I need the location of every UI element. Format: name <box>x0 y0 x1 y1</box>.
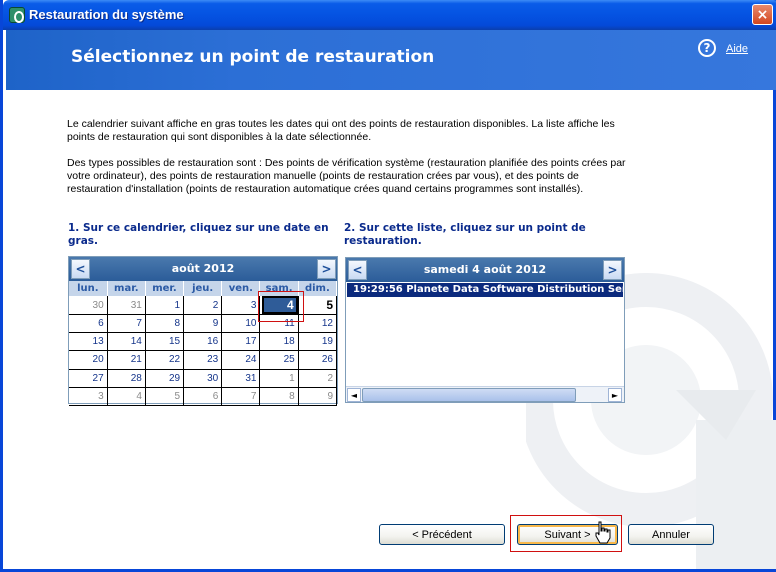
calendar-day[interactable]: 2 <box>298 369 338 388</box>
calendar-next-month-button[interactable]: > <box>317 259 336 279</box>
calendar-day[interactable]: 17 <box>221 332 261 352</box>
close-button[interactable]: × <box>752 4 773 25</box>
restore-point-list: < samedi 4 août 2012 > 19:29:56 Planete … <box>345 257 625 403</box>
calendar-day[interactable]: 29 <box>145 369 185 388</box>
page-header: Sélectionnez un point de restauration ? … <box>6 30 776 90</box>
page-title: Sélectionnez un point de restauration <box>71 47 435 67</box>
calendar-day[interactable]: 24 <box>221 350 261 370</box>
step1-label: 1. Sur ce calendrier, cliquez sur une da… <box>68 222 329 247</box>
list-horizontal-scrollbar[interactable]: ◄ ► <box>346 386 624 402</box>
calendar-day[interactable]: 28 <box>107 369 146 388</box>
calendar-day[interactable]: 3 <box>221 296 261 315</box>
calendar-day[interactable]: 1 <box>145 296 185 315</box>
title-bar[interactable]: Restauration du système × <box>3 0 776 30</box>
calendar-grid: lun. mar. mer. jeu. ven. sam. dim. 30 31… <box>69 281 338 406</box>
selected-day-label: 4 <box>261 296 298 314</box>
calendar-day[interactable]: 30 <box>69 296 108 315</box>
calendar-day[interactable]: 19 <box>298 332 338 352</box>
cancel-button[interactable]: Annuler <box>628 524 714 545</box>
restore-list-date: samedi 4 août 2012 <box>423 263 547 276</box>
weekday-header: mar. <box>107 281 146 296</box>
calendar-day[interactable]: 18 <box>259 332 299 352</box>
calendar-day-with-restore-point[interactable]: 5 <box>298 296 338 315</box>
scrollbar-thumb[interactable] <box>362 388 576 402</box>
calendar-prev-month-button[interactable]: < <box>71 259 90 279</box>
back-button-label: < Précédent <box>412 528 472 541</box>
calendar-day[interactable]: 7 <box>221 387 261 406</box>
weekday-header: jeu. <box>183 281 223 296</box>
calendar-day[interactable]: 21 <box>107 350 146 370</box>
calendar-day[interactable]: 31 <box>107 296 146 315</box>
calendar-day[interactable]: 23 <box>183 350 223 370</box>
calendar-day[interactable]: 1 <box>259 369 299 388</box>
system-restore-icon <box>9 7 25 23</box>
calendar-day[interactable]: 26 <box>298 350 338 370</box>
cancel-button-label: Annuler <box>652 528 690 541</box>
scroll-right-icon[interactable]: ► <box>608 388 622 402</box>
calendar-day[interactable]: 5 <box>145 387 185 406</box>
calendar-day[interactable]: 4 <box>107 387 146 406</box>
calendar-day[interactable]: 9 <box>183 314 223 334</box>
weekday-header: ven. <box>221 281 261 296</box>
calendar-day[interactable]: 8 <box>259 387 299 406</box>
list-next-day-button[interactable]: > <box>603 260 622 280</box>
weekday-header: lun. <box>69 281 108 296</box>
calendar-day[interactable]: 12 <box>298 314 338 334</box>
weekday-header: dim. <box>298 281 338 296</box>
restore-calendar: < août 2012 > lun. mar. mer. jeu. ven. s… <box>68 256 338 406</box>
calendar-day[interactable]: 7 <box>107 314 146 334</box>
weekday-header: sam. <box>259 281 299 296</box>
restore-list-header: < samedi 4 août 2012 > <box>346 258 624 282</box>
list-prev-day-button[interactable]: < <box>348 260 367 280</box>
restore-point-item[interactable]: 19:29:56 Planete Data Software Distribut… <box>347 283 623 297</box>
calendar-day[interactable]: 10 <box>221 314 261 334</box>
help-link[interactable]: Aide <box>726 43 748 55</box>
calendar-day[interactable]: 8 <box>145 314 185 334</box>
back-button[interactable]: < Précédent <box>379 524 505 545</box>
calendar-day[interactable]: 15 <box>145 332 185 352</box>
calendar-day[interactable]: 27 <box>69 369 108 388</box>
help-icon[interactable]: ? <box>698 39 716 57</box>
calendar-month-label: août 2012 <box>171 262 235 275</box>
calendar-day[interactable]: 13 <box>69 332 108 352</box>
calendar-day[interactable]: 22 <box>145 350 185 370</box>
calendar-day[interactable]: 14 <box>107 332 146 352</box>
calendar-day[interactable]: 25 <box>259 350 299 370</box>
calendar-day[interactable]: 20 <box>69 350 108 370</box>
calendar-day[interactable]: 16 <box>183 332 223 352</box>
wizard-content: Le calendrier suivant affiche en gras to… <box>6 90 776 569</box>
intro-paragraph-2: Des types possibles de restauration sont… <box>67 157 626 195</box>
weekday-header: mer. <box>145 281 185 296</box>
calendar-day[interactable]: 6 <box>69 314 108 334</box>
restore-wizard-window: Restauration du système × Sélectionnez u… <box>0 0 776 572</box>
calendar-header: < août 2012 > <box>69 257 337 281</box>
step2-label: 2. Sur cette liste, cliquez sur un point… <box>344 222 586 247</box>
next-button-label: Suivant > <box>544 528 591 541</box>
calendar-day[interactable]: 11 <box>259 314 299 334</box>
calendar-day-selected[interactable]: 4 <box>259 296 299 315</box>
calendar-day[interactable]: 9 <box>298 387 338 406</box>
calendar-day[interactable]: 6 <box>183 387 223 406</box>
calendar-day[interactable]: 30 <box>183 369 223 388</box>
window-title: Restauration du système <box>29 7 184 22</box>
calendar-day[interactable]: 3 <box>69 387 108 406</box>
hand-cursor-icon <box>595 521 611 544</box>
calendar-day[interactable]: 2 <box>183 296 223 315</box>
intro-paragraph-1: Le calendrier suivant affiche en gras to… <box>67 118 615 143</box>
scroll-left-icon[interactable]: ◄ <box>347 388 361 402</box>
calendar-day[interactable]: 31 <box>221 369 261 388</box>
